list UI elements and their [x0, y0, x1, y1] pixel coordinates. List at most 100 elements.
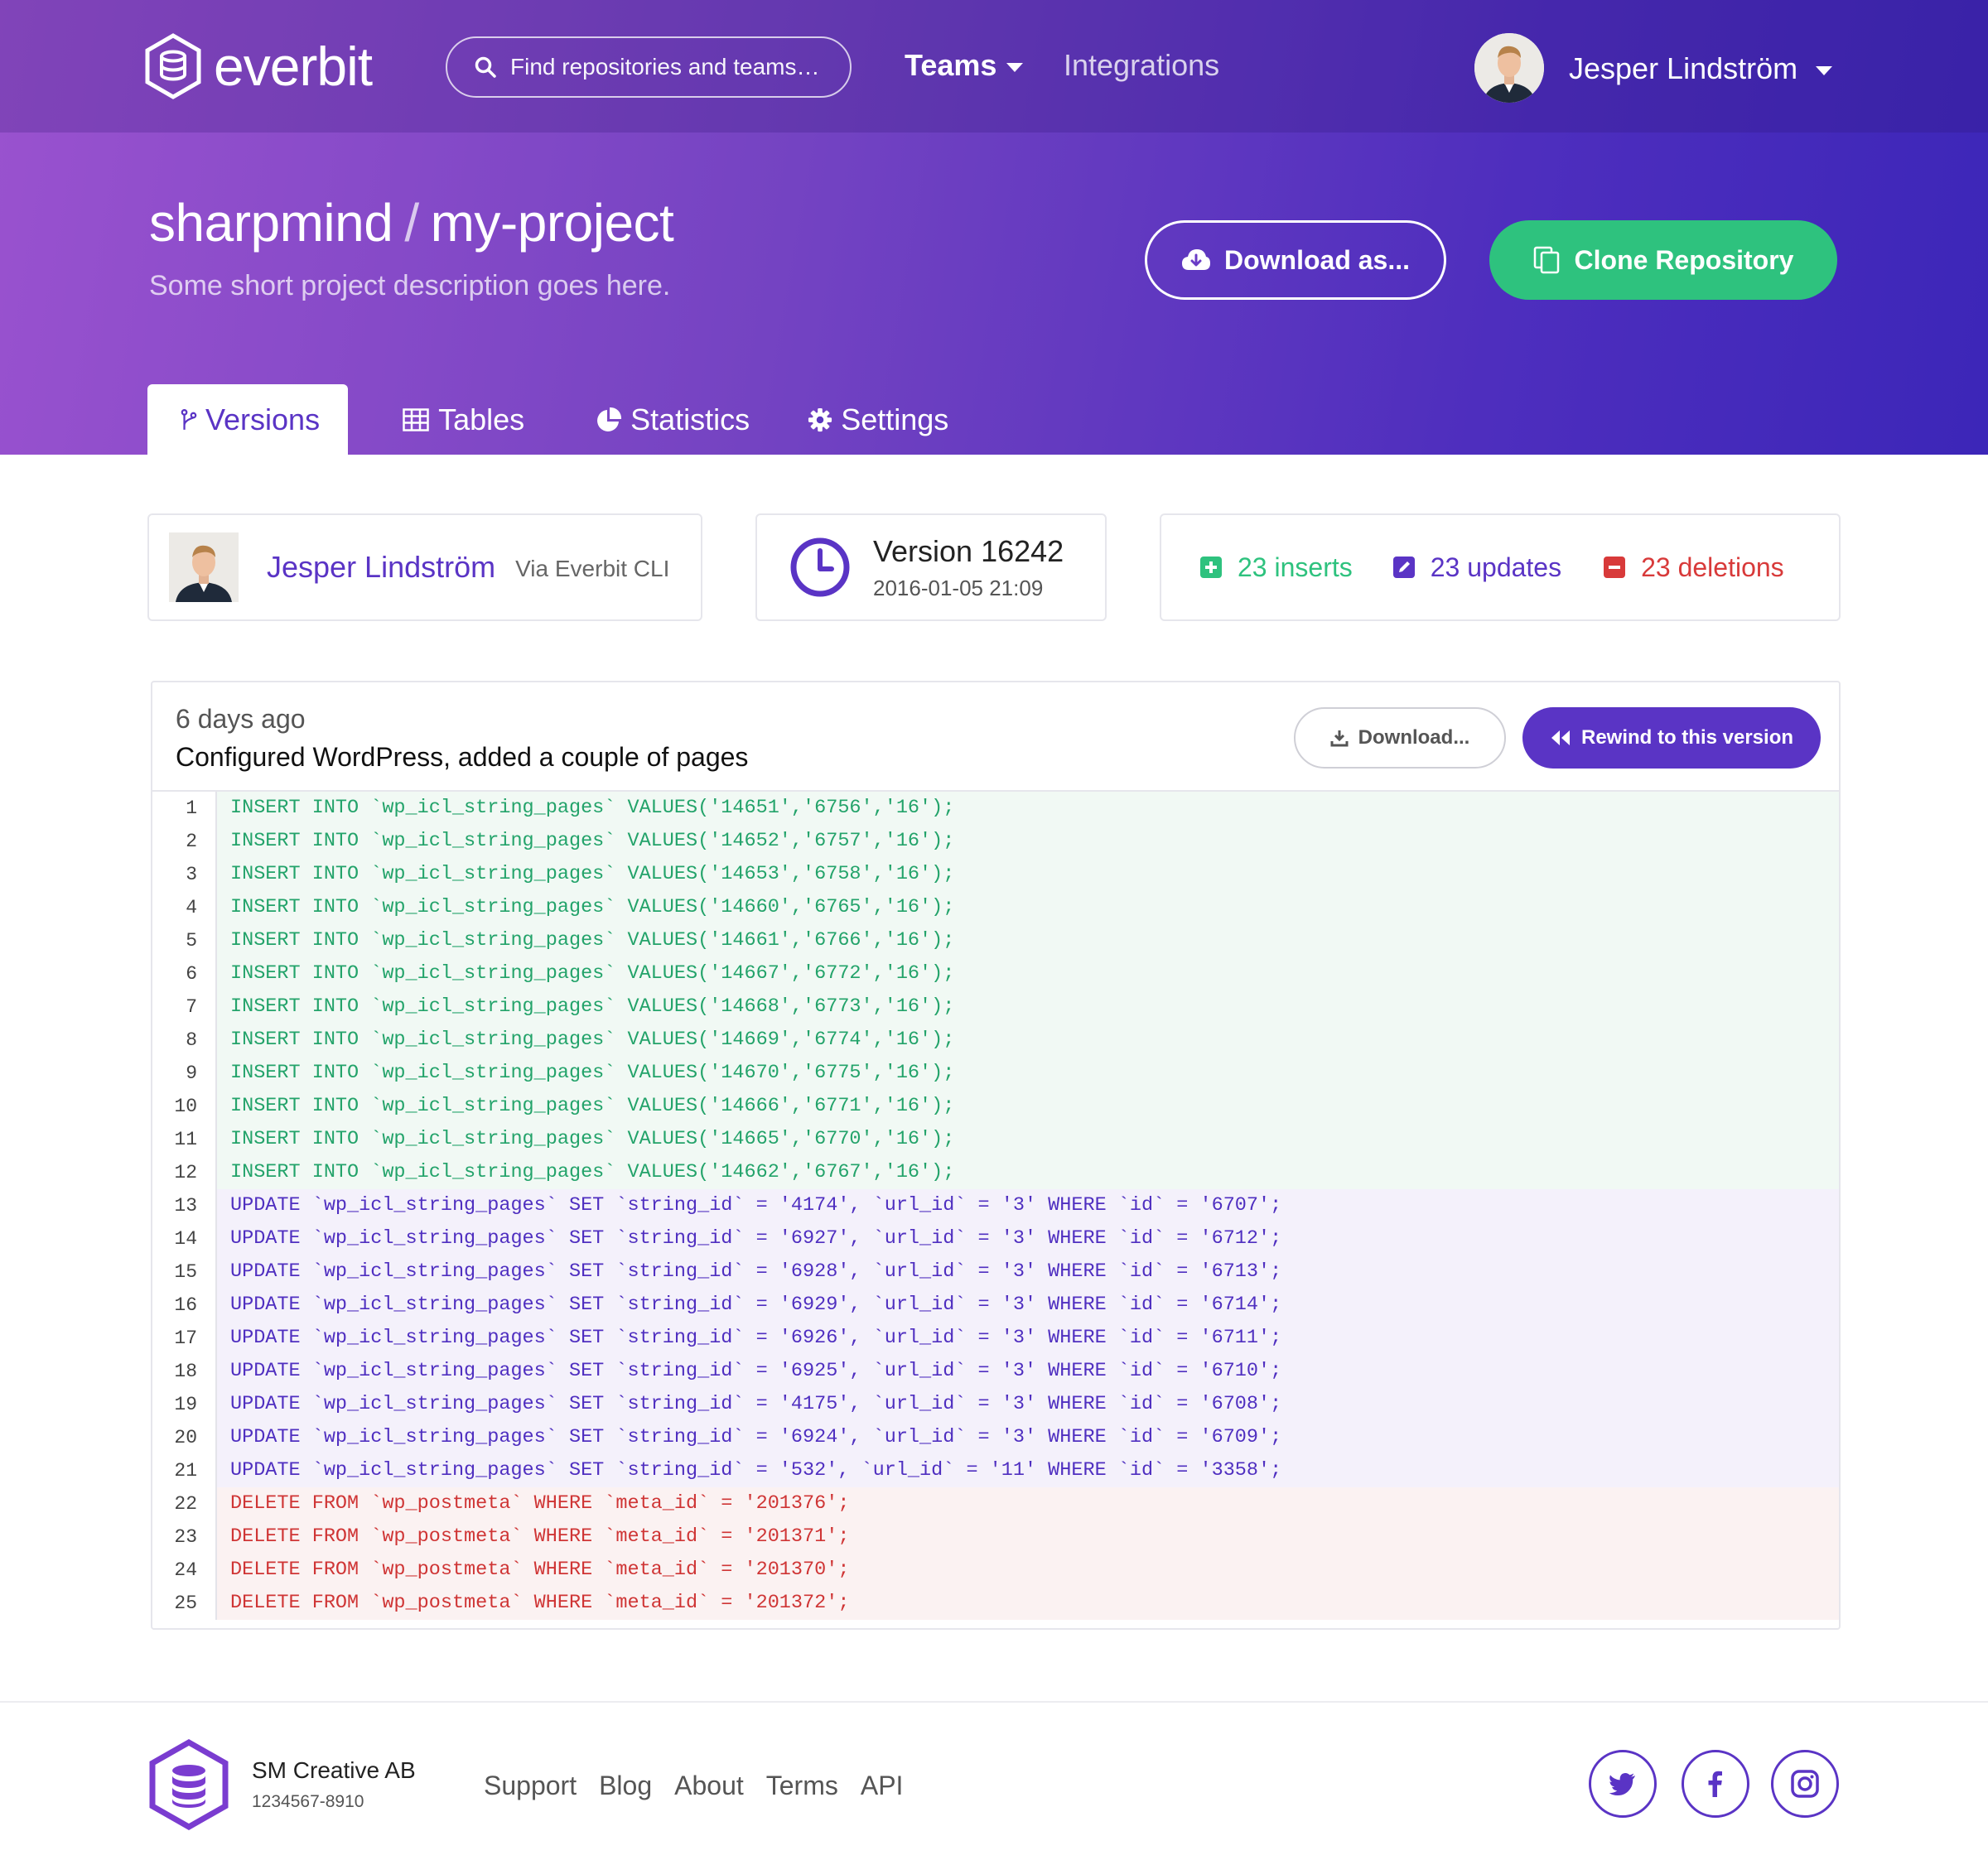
line-number: 20 — [152, 1421, 217, 1454]
line-code: DELETE FROM `wp_postmeta` WHERE `meta_id… — [217, 1520, 1839, 1554]
clock-icon — [790, 537, 850, 597]
author-via: Via Everbit CLI — [515, 556, 670, 581]
line-code: UPDATE `wp_icl_string_pages` SET `string… — [217, 1255, 1839, 1289]
repo-title: sharpmind / my-project — [149, 192, 674, 253]
company-id: 1234567-8910 — [252, 1792, 364, 1811]
author-avatar[interactable] — [169, 532, 239, 602]
diff-line-delete: 22 DELETE FROM `wp_postmeta` WHERE `meta_… — [152, 1487, 1839, 1520]
line-number: 2 — [152, 825, 217, 858]
diff-line-insert: 12 INSERT INTO `wp_icl_string_pages` VALU… — [152, 1156, 1839, 1189]
author-name[interactable]: Jesper Lindström — [267, 550, 495, 585]
line-number: 23 — [152, 1520, 217, 1554]
search-input[interactable] — [510, 54, 833, 80]
line-number: 3 — [152, 858, 217, 891]
diff-line-insert: 11 INSERT INTO `wp_icl_string_pages` VALU… — [152, 1123, 1839, 1156]
line-number: 22 — [152, 1487, 217, 1520]
version-date: 2016-01-05 21:09 — [873, 575, 1044, 600]
diff-line-delete: 24 DELETE FROM `wp_postmeta` WHERE `meta_… — [152, 1554, 1839, 1587]
line-code: INSERT INTO `wp_icl_string_pages` VALUES… — [217, 825, 1839, 858]
download-as-button[interactable]: Download as... — [1145, 220, 1446, 300]
company-logo-icon[interactable] — [149, 1739, 229, 1830]
diff-line-insert: 3 INSERT INTO `wp_icl_string_pages` VALUE… — [152, 858, 1839, 891]
line-number: 10 — [152, 1090, 217, 1123]
instagram-link[interactable] — [1771, 1750, 1839, 1818]
brand-name: everbit — [214, 36, 373, 97]
line-code: INSERT INTO `wp_icl_string_pages` VALUES… — [217, 1123, 1839, 1156]
deletions-stat: 23 deletions — [1603, 552, 1784, 583]
line-code: INSERT INTO `wp_icl_string_pages` VALUES… — [217, 1057, 1839, 1090]
diff-header: 6 days ago Configured WordPress, added a… — [152, 682, 1839, 792]
line-number: 7 — [152, 990, 217, 1024]
copy-icon — [1533, 246, 1559, 274]
tab-settings[interactable]: Settings — [779, 384, 977, 455]
footer-link-about[interactable]: About — [674, 1771, 744, 1801]
clone-repository-button[interactable]: Clone Repository — [1489, 220, 1837, 300]
updates-count: 23 updates — [1430, 552, 1562, 582]
nav-teams-dropdown[interactable]: Teams — [905, 48, 1024, 83]
diff-line-insert: 5 INSERT INTO `wp_icl_string_pages` VALUE… — [152, 924, 1839, 957]
diff-line-update: 17 UPDATE `wp_icl_string_pages` SET `stri… — [152, 1322, 1839, 1355]
diff-line-update: 18 UPDATE `wp_icl_string_pages` SET `stri… — [152, 1355, 1839, 1388]
rewind-version-button[interactable]: Rewind to this version — [1522, 707, 1821, 769]
repo-name[interactable]: my-project — [431, 193, 674, 253]
line-code: INSERT INTO `wp_icl_string_pages` VALUES… — [217, 891, 1839, 924]
line-code: INSERT INTO `wp_icl_string_pages` VALUES… — [217, 858, 1839, 891]
tab-statistics[interactable]: Statistics — [567, 384, 778, 455]
repo-tabs: Versions Tables Statistics Settings — [147, 384, 977, 455]
search-box[interactable] — [446, 36, 852, 98]
diff-line-insert: 9 INSERT INTO `wp_icl_string_pages` VALUE… — [152, 1057, 1839, 1090]
user-avatar[interactable] — [1474, 33, 1544, 103]
line-code: UPDATE `wp_icl_string_pages` SET `string… — [217, 1421, 1839, 1454]
chevron-down-icon — [1816, 65, 1833, 75]
download-version-label: Download... — [1358, 726, 1470, 749]
clone-repository-label: Clone Repository — [1574, 244, 1794, 275]
deletions-count: 23 deletions — [1641, 552, 1784, 582]
diff-line-insert: 4 INSERT INTO `wp_icl_string_pages` VALUE… — [152, 891, 1839, 924]
tab-versions[interactable]: Versions — [147, 384, 349, 455]
line-number: 5 — [152, 924, 217, 957]
download-version-button[interactable]: Download... — [1294, 707, 1506, 769]
pie-chart-icon — [597, 407, 622, 431]
version-number: Version 16242 — [873, 533, 1064, 568]
author-photo — [169, 532, 239, 602]
commit-relative-time: 6 days ago — [176, 704, 306, 734]
tab-tables[interactable]: Tables — [374, 384, 552, 455]
version-info-card: Version 16242 2016-01-05 21:09 — [755, 513, 1107, 621]
brand-logo[interactable]: everbit — [144, 33, 373, 99]
facebook-link[interactable] — [1682, 1750, 1749, 1818]
diff-code: 1 INSERT INTO `wp_icl_string_pages` VALUE… — [152, 792, 1839, 1620]
diff-line-update: 20 UPDATE `wp_icl_string_pages` SET `stri… — [152, 1421, 1839, 1454]
download-as-label: Download as... — [1223, 244, 1411, 275]
diff-line-delete: 25 DELETE FROM `wp_postmeta` WHERE `meta_… — [152, 1587, 1839, 1620]
search-icon — [475, 56, 496, 78]
user-menu[interactable]: Jesper Lindström — [1569, 51, 1833, 86]
twitter-link[interactable] — [1589, 1750, 1657, 1818]
tab-tables-label: Tables — [438, 402, 525, 436]
footer-link-support[interactable]: Support — [484, 1771, 577, 1801]
line-number: 9 — [152, 1057, 217, 1090]
diff-line-insert: 8 INSERT INTO `wp_icl_string_pages` VALUE… — [152, 1024, 1839, 1057]
branch-icon — [181, 408, 197, 430]
line-code: UPDATE `wp_icl_string_pages` SET `string… — [217, 1322, 1839, 1355]
line-code: DELETE FROM `wp_postmeta` WHERE `meta_id… — [217, 1487, 1839, 1520]
inserts-stat: 23 inserts — [1199, 552, 1353, 583]
line-number: 25 — [152, 1587, 217, 1620]
line-number: 13 — [152, 1189, 217, 1222]
diff-line-insert: 10 INSERT INTO `wp_icl_string_pages` VALU… — [152, 1090, 1839, 1123]
footer-link-blog[interactable]: Blog — [599, 1771, 652, 1801]
repo-owner[interactable]: sharpmind — [149, 193, 393, 253]
diff-line-update: 13 UPDATE `wp_icl_string_pages` SET `stri… — [152, 1189, 1839, 1222]
line-code: UPDATE `wp_icl_string_pages` SET `string… — [217, 1222, 1839, 1255]
line-number: 24 — [152, 1554, 217, 1587]
line-number: 1 — [152, 792, 217, 825]
twitter-icon — [1609, 1773, 1635, 1795]
footer-link-terms[interactable]: Terms — [766, 1771, 838, 1801]
footer-link-api[interactable]: API — [861, 1771, 904, 1801]
company-name: SM Creative AB — [252, 1757, 416, 1783]
chevron-down-icon — [1006, 62, 1024, 72]
cloud-download-icon — [1181, 249, 1210, 270]
database-hex-logo-icon — [145, 33, 201, 99]
nav-integrations-link[interactable]: Integrations — [1064, 48, 1219, 83]
gear-icon — [808, 407, 832, 431]
diff-line-insert: 2 INSERT INTO `wp_icl_string_pages` VALUE… — [152, 825, 1839, 858]
